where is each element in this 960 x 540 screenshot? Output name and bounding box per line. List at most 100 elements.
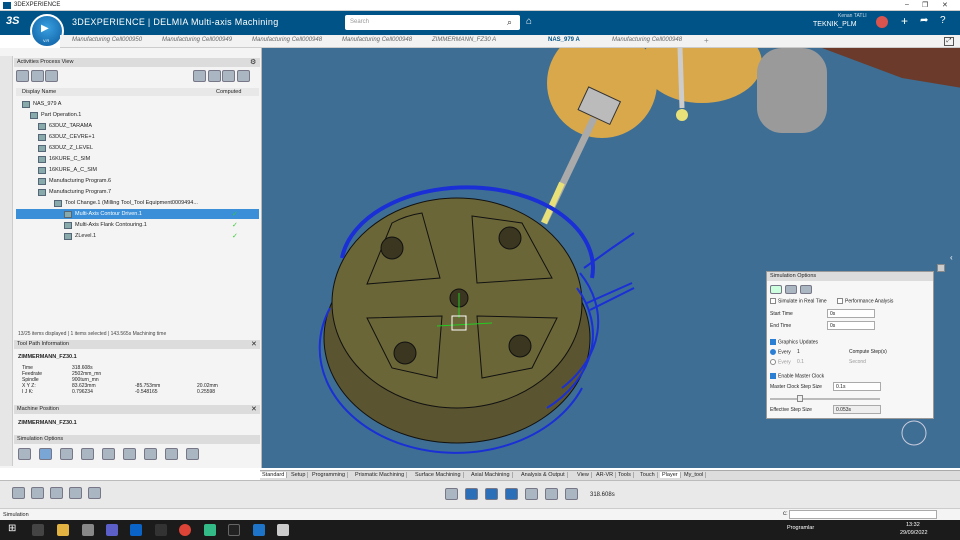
- step-slider[interactable]: [770, 398, 880, 400]
- close-icon[interactable]: ✕: [251, 405, 257, 413]
- 3dexperience-icon[interactable]: [253, 524, 265, 536]
- close-icon[interactable]: ✕: [942, 1, 948, 9]
- taskbar-lang[interactable]: Programlar: [787, 525, 814, 531]
- help-icon[interactable]: ?: [940, 15, 946, 26]
- view-cube[interactable]: [901, 420, 927, 446]
- add-icon[interactable]: +: [901, 14, 908, 28]
- filter-icon[interactable]: [30, 70, 44, 82]
- start-time-input[interactable]: 0s: [827, 309, 875, 318]
- settings-icon[interactable]: [545, 488, 558, 500]
- tree-item[interactable]: Multi-Axis Flank Contouring.1: [64, 220, 147, 230]
- outlook-icon[interactable]: [130, 524, 142, 536]
- app-icon[interactable]: [277, 524, 289, 536]
- tab-cell-948b[interactable]: Manufacturing Cell000948: [342, 37, 412, 43]
- sim-tool-icon[interactable]: [81, 448, 94, 460]
- search-input[interactable]: Search: [345, 15, 520, 30]
- tree-item-selected[interactable]: Multi-Axis Contour Driven.1: [16, 209, 259, 219]
- process-view-settings-icon[interactable]: ⚙: [250, 58, 256, 66]
- tab-surface[interactable]: Surface Machining: [413, 472, 464, 478]
- tree-item[interactable]: Part Operation.1: [30, 110, 81, 120]
- tab-my-tool[interactable]: My_tool: [682, 472, 707, 478]
- teams-icon[interactable]: [106, 524, 118, 536]
- sim-holder-icon[interactable]: [102, 448, 115, 460]
- step-slider-handle[interactable]: [797, 395, 803, 402]
- sim-tab-icon[interactable]: [770, 285, 782, 294]
- app-icon[interactable]: [228, 524, 240, 536]
- sim-mode-active-icon[interactable]: [39, 448, 52, 460]
- sim-color-icon[interactable]: [186, 448, 199, 460]
- sim-tab-icon[interactable]: [785, 285, 797, 294]
- tree-item[interactable]: 63DUZ_CEVRE+1: [38, 132, 95, 142]
- machine-position-machine[interactable]: ZIMMERMANN_FZ30.1: [18, 420, 77, 426]
- every-step-value[interactable]: 1: [797, 349, 800, 355]
- tab-prismatic[interactable]: Prismatic Machining: [353, 472, 408, 478]
- stop-icon[interactable]: [465, 488, 478, 500]
- search-tree-icon[interactable]: [193, 70, 206, 82]
- pause-icon[interactable]: [485, 488, 498, 500]
- every-second-value[interactable]: 0.1: [797, 359, 804, 365]
- tree-item[interactable]: Tool Change.1 (Milling Tool_Tool Equipme…: [54, 198, 198, 208]
- analysis-icon[interactable]: [88, 487, 101, 499]
- col-display-name[interactable]: Display Name: [22, 89, 56, 95]
- tab-zimmermann[interactable]: ZIMMERMANN_FZ30 A: [432, 37, 496, 43]
- sim-table-icon[interactable]: [165, 448, 178, 460]
- graphics-checkbox[interactable]: Graphics Updates: [770, 339, 818, 345]
- tab-tools[interactable]: Tools: [616, 472, 634, 478]
- command-input[interactable]: [789, 510, 937, 519]
- copy-icon[interactable]: [31, 487, 44, 499]
- task-view-icon[interactable]: [32, 524, 44, 536]
- tree-item[interactable]: 63DUZ_Z_LEVEL: [38, 143, 93, 153]
- step-size-input[interactable]: 0.1s: [833, 382, 881, 391]
- sim-axis-icon[interactable]: [123, 448, 136, 460]
- tool-icon[interactable]: [204, 524, 216, 536]
- list-icon[interactable]: [565, 488, 578, 500]
- tab-analysis[interactable]: Analysis & Output: [519, 472, 568, 478]
- close-icon[interactable]: ✕: [251, 340, 257, 348]
- sort-icon[interactable]: [45, 70, 59, 82]
- tab-standard[interactable]: Standard: [260, 472, 288, 478]
- master-clock-checkbox[interactable]: Enable Master Clock: [770, 373, 824, 379]
- tab-setup[interactable]: Setup: [289, 472, 309, 478]
- undo-icon[interactable]: [69, 487, 82, 499]
- settings-icon[interactable]: [155, 524, 167, 536]
- avatar[interactable]: [876, 16, 888, 28]
- add-tab-icon[interactable]: +: [704, 36, 709, 45]
- grid-icon[interactable]: [222, 70, 236, 82]
- tree-root[interactable]: NAS_979 A: [22, 99, 61, 109]
- record-icon[interactable]: [525, 488, 538, 500]
- funnel-icon[interactable]: [207, 70, 221, 82]
- tenant-selector[interactable]: TEKNIK_PLM: [813, 21, 857, 28]
- perf-checkbox[interactable]: Performance Analysis: [837, 298, 893, 304]
- tab-player[interactable]: Player: [660, 472, 681, 478]
- restore-icon[interactable]: ❐: [922, 1, 928, 9]
- every-step-radio[interactable]: Every: [770, 349, 791, 355]
- tab-touch[interactable]: Touch: [638, 472, 658, 478]
- cut-icon[interactable]: [12, 487, 25, 499]
- tag-icon[interactable]: ⌂: [526, 16, 532, 27]
- sim-collision-icon[interactable]: [144, 448, 157, 460]
- expand-icon[interactable]: ⤢: [944, 37, 954, 46]
- export-icon[interactable]: [445, 488, 458, 500]
- compass-widget[interactable]: ▶ V.R: [30, 14, 64, 48]
- real-time-checkbox[interactable]: Simulate in Real Time: [770, 298, 827, 304]
- tab-nas-979[interactable]: NAS_979 A: [548, 37, 580, 43]
- end-time-input[interactable]: 0s: [827, 321, 875, 330]
- paste-icon[interactable]: [50, 487, 63, 499]
- col-computed[interactable]: Computed: [216, 89, 241, 95]
- sim-mode-icon[interactable]: [18, 448, 31, 460]
- share-icon[interactable]: ➦: [920, 15, 928, 26]
- tree-item[interactable]: 16KURE_A_C_SIM: [38, 165, 97, 175]
- gear-icon[interactable]: [237, 70, 251, 82]
- tab-programming[interactable]: Programming: [310, 472, 349, 478]
- dialog-pin-icon[interactable]: [937, 264, 945, 272]
- explorer-icon[interactable]: [57, 524, 69, 536]
- tab-ar-vr[interactable]: AR-VR: [594, 472, 617, 478]
- search-icon[interactable]: ⌕: [507, 17, 512, 28]
- tab-cell-949[interactable]: Manufacturing Cell000949: [162, 37, 232, 43]
- play-icon[interactable]: [505, 488, 518, 500]
- tree-item[interactable]: Manufacturing Program.6: [38, 176, 111, 186]
- tree-item[interactable]: 63DUZ_TARAMA: [38, 121, 92, 131]
- minimize-icon[interactable]: –: [905, 1, 909, 8]
- sim-tab-icon[interactable]: [800, 285, 812, 294]
- tree-item[interactable]: ZLevel.1: [64, 231, 96, 241]
